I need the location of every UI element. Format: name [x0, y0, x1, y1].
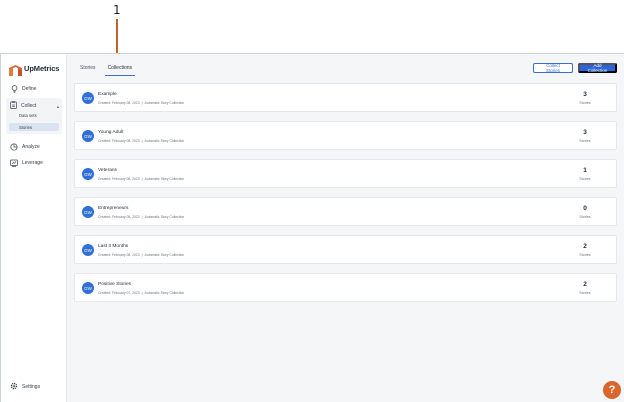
- avatar: GW: [82, 206, 94, 218]
- collection-name[interactable]: Young Adult: [98, 130, 123, 135]
- collection-type: Automatic Story Collection: [144, 253, 185, 257]
- callout-area: 1: [0, 0, 624, 63]
- collection-created: Created: February 08, 2023: [98, 215, 140, 219]
- collection-created: Created: February 08, 2023: [98, 139, 140, 143]
- nav-settings[interactable]: Settings: [10, 382, 40, 392]
- collection-type: Automatic Story Collection: [144, 291, 185, 295]
- help-icon[interactable]: ?: [603, 381, 621, 399]
- nav-analyze[interactable]: Analyze: [10, 143, 40, 151]
- avatar: GW: [82, 92, 94, 104]
- collection-count: 1: [583, 167, 587, 174]
- lightbulb-icon: [10, 85, 18, 93]
- collection-type: Automatic Story Collection: [144, 101, 185, 105]
- add-collection-button[interactable]: Add Collection: [578, 63, 617, 73]
- collection-count-label: Stories: [579, 139, 591, 143]
- sidebar: UpMetrics Define Collect ▲ Data sets Sto…: [1, 54, 67, 402]
- gear-icon: [10, 382, 18, 392]
- collection-name[interactable]: Positive Stories: [98, 282, 131, 287]
- main-content: Stories Collections Collect Stories Add …: [67, 54, 624, 402]
- collection-type: Automatic Story Collection: [144, 139, 185, 143]
- collection-count: 2: [583, 243, 587, 250]
- collection-count-label: Stories: [579, 101, 591, 105]
- collection-meta: Created: February 07, 2023 | Automatic Sto…: [98, 291, 185, 295]
- collection-meta: Created: February 08, 2023 | Automatic Sto…: [98, 101, 185, 105]
- collection-created: Created: February 07, 2023: [98, 291, 140, 295]
- logo[interactable]: UpMetrics: [9, 63, 60, 76]
- app-window: UpMetrics Define Collect ▲ Data sets Sto…: [0, 53, 624, 402]
- collection-name[interactable]: Veterans: [98, 168, 117, 173]
- analyze-icon: [10, 143, 18, 151]
- collection-card[interactable]: GW Young Adult Created: February 08, 202…: [74, 121, 617, 150]
- collection-card[interactable]: GW Example Created: February 08, 2023 | Au…: [74, 83, 617, 112]
- collection-created: Created: February 08, 2023: [98, 253, 140, 257]
- tab-stories[interactable]: Stories: [77, 65, 99, 76]
- collection-name[interactable]: Example: [98, 92, 117, 97]
- nav-collect[interactable]: Collect ▲: [10, 101, 60, 111]
- collection-created: Created: February 08, 2023: [98, 177, 140, 181]
- nav-leverage[interactable]: Leverage: [10, 159, 43, 167]
- collection-card[interactable]: GW Positive Stories Created: February 07…: [74, 273, 617, 302]
- collection-count-label: Stories: [579, 177, 591, 181]
- collection-name[interactable]: Last 3 Months: [98, 244, 128, 249]
- nav-analyze-label: Analyze: [22, 144, 40, 150]
- collection-type: Automatic Story Collection: [144, 215, 185, 219]
- nav-settings-label: Settings: [22, 384, 41, 390]
- collection-count-label: Stories: [579, 215, 591, 219]
- nav-collect-group: Collect ▲ Data sets Stories: [6, 98, 62, 134]
- brand-name: UpMetrics: [24, 64, 60, 73]
- tab-collections[interactable]: Collections: [104, 65, 136, 76]
- nav-define[interactable]: Define: [10, 85, 36, 93]
- collection-card[interactable]: GW Entrepreneurs Created: February 08, 2…: [74, 197, 617, 226]
- collection-card[interactable]: GW Veterans Created: February 08, 2023 | A…: [74, 159, 617, 188]
- nav-define-label: Define: [22, 86, 37, 92]
- avatar: GW: [82, 168, 94, 180]
- clipboard-icon: [10, 101, 17, 111]
- collection-name[interactable]: Entrepreneurs: [98, 206, 128, 211]
- avatar: GW: [82, 282, 94, 294]
- collect-stories-button[interactable]: Collect Stories: [533, 63, 573, 73]
- avatar: GW: [82, 130, 94, 142]
- collection-meta: Created: February 08, 2023 | Automatic Sto…: [98, 139, 185, 143]
- nav-collect-label: Collect: [21, 103, 37, 109]
- leverage-icon: [10, 159, 18, 167]
- collection-count-label: Stories: [579, 253, 591, 257]
- collection-meta: Created: February 08, 2023 | Automatic Sto…: [98, 177, 185, 181]
- nav-leverage-label: Leverage: [22, 160, 43, 166]
- logo-icon: [9, 63, 22, 76]
- collection-meta: Created: February 08, 2023 | Automatic Sto…: [98, 215, 185, 219]
- collection-count: 3: [583, 129, 587, 136]
- collection-card[interactable]: GW Last 3 Months Created: February 08, 2…: [74, 235, 617, 264]
- collection-count: 2: [583, 281, 587, 288]
- nav-sub-data-sets[interactable]: Data sets: [19, 113, 37, 118]
- collection-count: 3: [583, 91, 587, 98]
- nav-sub-stories[interactable]: Stories: [19, 125, 32, 130]
- avatar: GW: [82, 244, 94, 256]
- collection-count-label: Stories: [579, 291, 591, 295]
- nav-sub-active-bg: [9, 123, 59, 131]
- collection-meta: Created: February 08, 2023 | Automatic Sto…: [98, 253, 185, 257]
- collection-count: 0: [583, 205, 587, 212]
- collection-created: Created: February 08, 2023: [98, 101, 140, 105]
- collection-type: Automatic Story Collection: [144, 177, 185, 181]
- chevron-up-icon[interactable]: ▲: [56, 104, 60, 109]
- tab-bar: Stories Collections: [77, 65, 136, 76]
- callout-number: 1: [113, 3, 121, 17]
